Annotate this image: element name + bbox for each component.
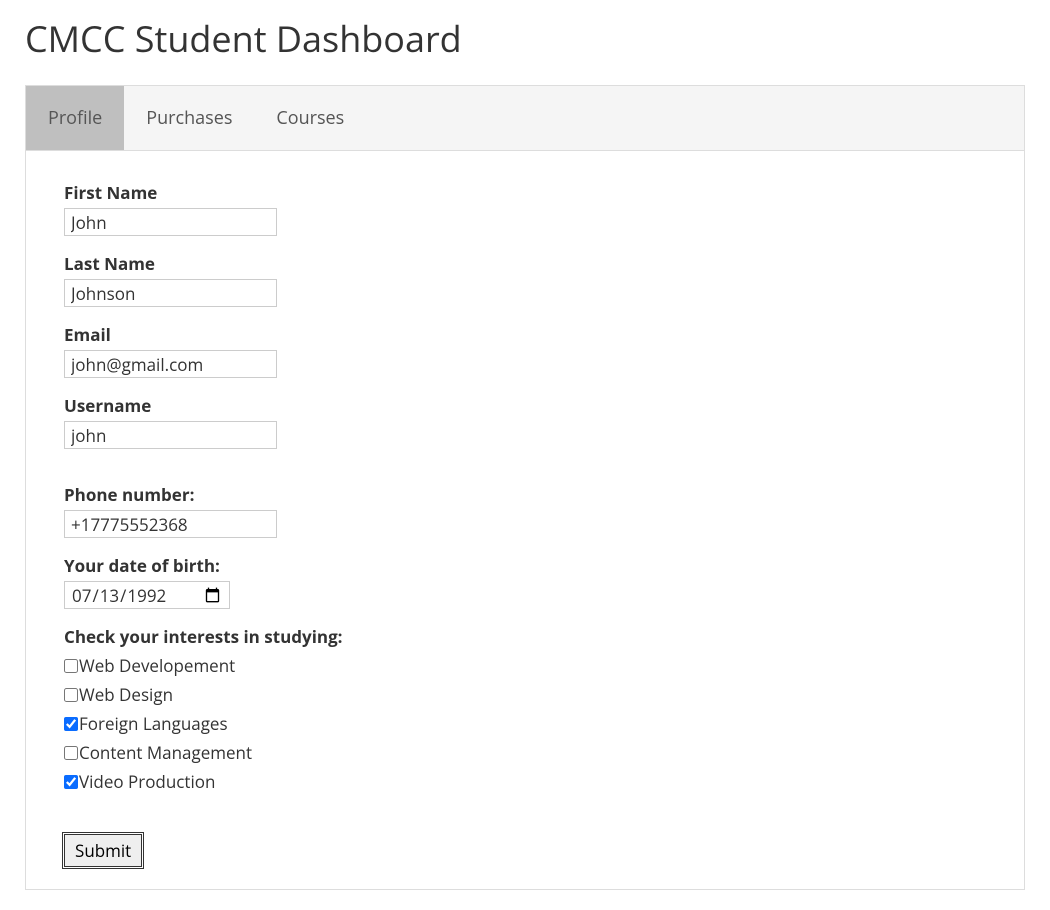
interest-option-label: Video Production	[79, 768, 215, 797]
tab-container: Profile Purchases Courses First Name Las…	[25, 85, 1025, 890]
page-title: CMCC Student Dashboard	[25, 14, 1025, 63]
email-field[interactable]	[64, 350, 277, 378]
interest-item: Foreign Languages	[64, 710, 986, 739]
interest-item: Web Developement	[64, 652, 986, 681]
last-name-group: Last Name	[64, 252, 986, 307]
first-name-field[interactable]	[64, 208, 277, 236]
interest-item: Video Production	[64, 768, 986, 797]
username-field[interactable]	[64, 421, 277, 449]
last-name-label: Last Name	[64, 252, 986, 275]
tab-courses[interactable]: Courses	[254, 86, 366, 150]
interest-checkbox-foreign-languages[interactable]	[64, 717, 78, 731]
submit-button[interactable]: Submit	[64, 834, 142, 867]
tab-profile[interactable]: Profile	[26, 86, 124, 150]
username-group: Username	[64, 394, 986, 449]
first-name-label: First Name	[64, 181, 986, 204]
interest-item: Web Design	[64, 681, 986, 710]
phone-group: Phone number:	[64, 483, 986, 538]
interest-option-label: Content Management	[79, 739, 252, 768]
interest-option-label: Web Design	[79, 681, 173, 710]
dob-group: Your date of birth:	[64, 554, 986, 609]
interest-item: Content Management	[64, 739, 986, 768]
email-label: Email	[64, 323, 986, 346]
dob-field[interactable]	[64, 581, 230, 609]
interests-label: Check your interests in studying:	[64, 625, 986, 648]
dob-label: Your date of birth:	[64, 554, 986, 577]
interest-checkbox-web-development[interactable]	[64, 659, 78, 673]
interest-option-label: Web Developement	[79, 652, 235, 681]
tab-bar: Profile Purchases Courses	[26, 86, 1024, 151]
interest-checkbox-video-production[interactable]	[64, 775, 78, 789]
profile-panel: First Name Last Name Email Username Phon…	[26, 151, 1024, 889]
phone-field[interactable]	[64, 510, 277, 538]
phone-label: Phone number:	[64, 483, 986, 506]
interests-group: Check your interests in studying: Web De…	[64, 625, 986, 796]
email-group: Email	[64, 323, 986, 378]
tab-purchases[interactable]: Purchases	[124, 86, 254, 150]
username-label: Username	[64, 394, 986, 417]
interest-option-label: Foreign Languages	[79, 710, 228, 739]
interest-checkbox-web-design[interactable]	[64, 688, 78, 702]
first-name-group: First Name	[64, 181, 986, 236]
last-name-field[interactable]	[64, 279, 277, 307]
interest-checkbox-content-management[interactable]	[64, 746, 78, 760]
